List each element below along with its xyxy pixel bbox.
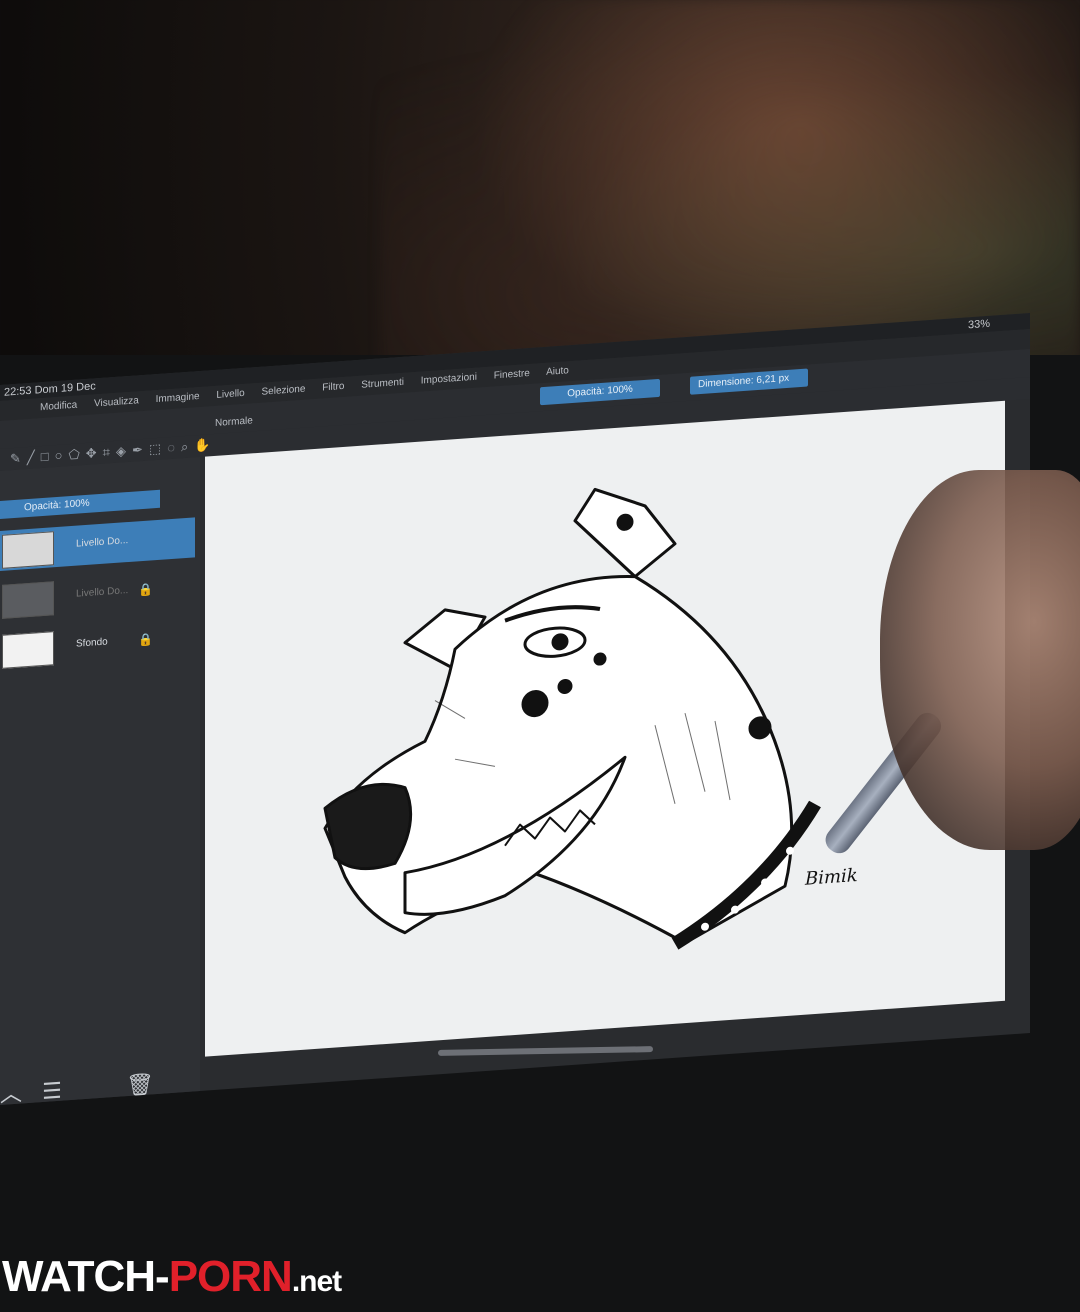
menu-item[interactable]: Aiuto — [546, 365, 569, 378]
menu-item[interactable]: Visualizza — [94, 395, 139, 409]
freehand-brush-icon[interactable]: ✎ — [10, 450, 27, 466]
layer-name: Sfondo — [76, 636, 108, 650]
brush-size-slider[interactable]: Dimensione: 6,21 px — [690, 368, 808, 395]
rectangle-tool-icon[interactable]: □ — [41, 448, 55, 464]
layer-row[interactable]: Livello Do... 🔒 — [0, 567, 195, 621]
menu-item[interactable]: Immagine — [156, 391, 200, 405]
artist-signature: Bimik — [804, 865, 858, 890]
menu-item[interactable]: Modifica — [40, 400, 77, 414]
blend-mode-select[interactable]: Normale — [215, 415, 253, 429]
menu-item[interactable]: Livello — [216, 388, 244, 401]
pan-icon[interactable]: ✋ — [194, 437, 216, 454]
layers-panel: Opacità: 100% Livello Do... Livello Do..… — [0, 457, 200, 1106]
ellipse-tool-icon[interactable]: ○ — [55, 447, 69, 463]
layer-thumbnail — [2, 531, 54, 569]
sliders-icon[interactable]: ☰ — [42, 1078, 62, 1104]
menu-item[interactable]: Filtro — [322, 381, 344, 394]
zoom-icon[interactable]: ⌕ — [181, 438, 194, 454]
drawing-canvas[interactable]: Bimik — [205, 400, 1005, 1057]
eyedropper-icon[interactable]: ✒ — [132, 442, 149, 458]
watermark-logo: WATCH-PORN.net — [2, 1252, 342, 1301]
menu-item[interactable]: Finestre — [494, 368, 530, 382]
menu-item[interactable]: Selezione — [261, 384, 305, 398]
trash-icon[interactable]: 🗑 — [126, 1071, 154, 1098]
crop-tool-icon[interactable]: ⌗ — [103, 444, 116, 460]
wolf-drawing: Bimik — [323, 487, 858, 950]
battery-level: 33% — [967, 317, 990, 332]
move-tool-icon[interactable]: ✥ — [86, 445, 103, 461]
polygon-tool-icon[interactable]: ⬠ — [68, 446, 85, 462]
layer-thumbnail — [2, 581, 54, 619]
fill-tool-icon[interactable]: ◈ — [116, 443, 132, 459]
line-tool-icon[interactable]: ╱ — [27, 449, 41, 465]
menu-item[interactable]: Impostazioni — [421, 372, 477, 387]
layer-opacity-slider[interactable]: Opacità: 100% — [0, 489, 160, 519]
krita-screen: 22:53 Dom 19 Dec 33% Modifica Visualizza… — [0, 312, 1030, 1106]
lock-icon[interactable]: 🔒 — [138, 582, 153, 597]
chevron-up-icon[interactable]: ︿ — [0, 1080, 22, 1105]
layer-name: Livello Do... — [76, 535, 129, 550]
layer-row[interactable]: Livello Do... — [0, 517, 195, 571]
lock-icon[interactable]: 🔒 — [138, 632, 153, 647]
select-rect-icon[interactable]: ⬚ — [149, 440, 167, 456]
opacity-slider[interactable]: Opacità: 100% — [540, 378, 660, 406]
menu-item[interactable]: Strumenti — [361, 377, 404, 391]
layer-thumbnail — [2, 631, 54, 669]
layer-name: Livello Do... — [76, 585, 129, 600]
layer-row[interactable]: Sfondo 🔒 — [0, 617, 195, 671]
select-ellipse-icon[interactable]: ◌ — [167, 439, 181, 455]
